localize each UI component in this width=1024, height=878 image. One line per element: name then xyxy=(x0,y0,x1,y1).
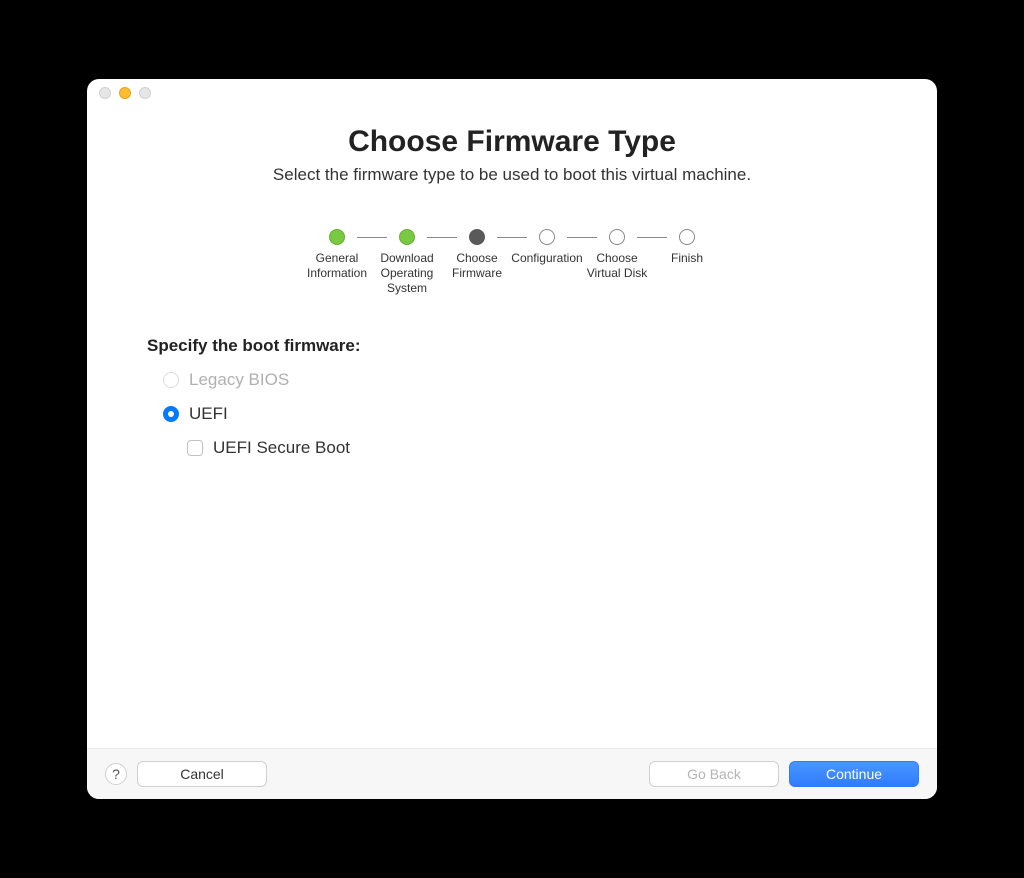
radio-label: UEFI xyxy=(189,404,228,424)
step-circle-icon xyxy=(679,229,695,245)
step-circle-icon xyxy=(469,229,485,245)
step-finish: Finish xyxy=(637,229,737,266)
section-heading: Specify the boot firmware: xyxy=(147,336,877,356)
wizard-stepper: General Information Download Operating S… xyxy=(147,229,877,296)
minimize-window-button[interactable] xyxy=(119,87,131,99)
checkbox-label: UEFI Secure Boot xyxy=(213,438,350,458)
radio-label: Legacy BIOS xyxy=(189,370,289,390)
titlebar xyxy=(87,79,937,107)
continue-button[interactable]: Continue xyxy=(789,761,919,787)
step-circle-icon xyxy=(539,229,555,245)
step-label: Download Operating System xyxy=(380,251,433,296)
radio-uefi[interactable]: UEFI xyxy=(163,404,877,424)
radio-legacy-bios: Legacy BIOS xyxy=(163,370,877,390)
radio-inner-icon xyxy=(168,411,174,417)
maximize-window-button[interactable] xyxy=(139,87,151,99)
content-area: Choose Firmware Type Select the firmware… xyxy=(87,107,937,748)
checkbox-icon xyxy=(187,440,203,456)
page-title: Choose Firmware Type xyxy=(147,125,877,159)
close-window-button[interactable] xyxy=(99,87,111,99)
go-back-button[interactable]: Go Back xyxy=(649,761,779,787)
step-label: Finish xyxy=(671,251,703,266)
step-circle-icon xyxy=(329,229,345,245)
footer: ? Cancel Go Back Continue xyxy=(87,748,937,799)
help-button[interactable]: ? xyxy=(105,763,127,785)
dialog-window: Choose Firmware Type Select the firmware… xyxy=(87,79,937,799)
checkbox-secure-boot[interactable]: UEFI Secure Boot xyxy=(187,438,877,458)
page-subtitle: Select the firmware type to be used to b… xyxy=(147,165,877,185)
radio-icon xyxy=(163,406,179,422)
radio-icon xyxy=(163,372,179,388)
firmware-form: Specify the boot firmware: Legacy BIOS U… xyxy=(147,336,877,458)
step-circle-icon xyxy=(609,229,625,245)
header: Choose Firmware Type Select the firmware… xyxy=(147,125,877,185)
step-circle-icon xyxy=(399,229,415,245)
cancel-button[interactable]: Cancel xyxy=(137,761,267,787)
step-label: Choose Firmware xyxy=(452,251,502,281)
